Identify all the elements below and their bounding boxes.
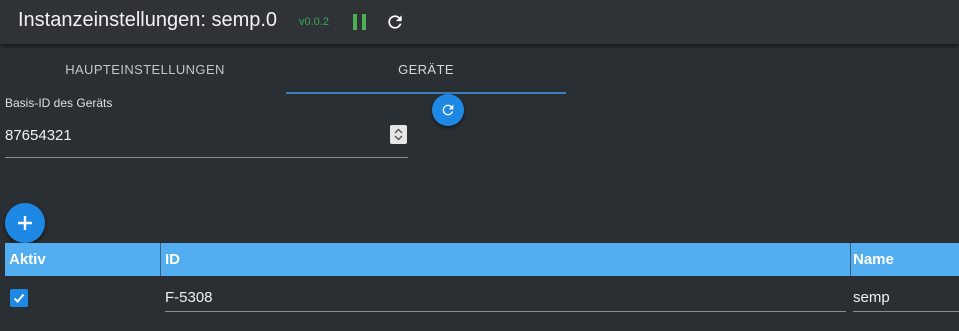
- base-id-underline: [5, 157, 408, 158]
- pause-icon[interactable]: [353, 14, 367, 30]
- table-row: [5, 276, 959, 318]
- checkmark-icon: [13, 293, 25, 303]
- refresh-button[interactable]: [432, 94, 464, 126]
- column-header-active[interactable]: Aktiv: [9, 243, 46, 276]
- active-checkbox[interactable]: [10, 289, 28, 307]
- device-id-input[interactable]: [165, 287, 845, 307]
- base-id-input[interactable]: [5, 122, 375, 148]
- column-separator: [160, 243, 161, 276]
- app-header: Instanzeinstellungen: semp.0 v0.0.2: [0, 0, 959, 44]
- column-header-name[interactable]: Name: [853, 243, 894, 276]
- refresh-icon: [442, 104, 454, 116]
- add-device-button[interactable]: [5, 203, 45, 243]
- number-stepper[interactable]: [390, 125, 407, 144]
- column-separator: [850, 243, 851, 276]
- stepper-arrows-icon: [394, 128, 403, 141]
- plus-icon: [18, 216, 32, 230]
- version-label: v0.0.2: [299, 16, 329, 28]
- active-tab-indicator: [286, 92, 566, 94]
- device-name-input[interactable]: [853, 287, 953, 307]
- tab-devices[interactable]: GERÄTE: [286, 48, 566, 92]
- device-name-underline: [853, 311, 959, 312]
- device-id-underline: [165, 311, 846, 312]
- base-id-label: Basis-ID des Geräts: [5, 96, 113, 110]
- devices-table-header: Aktiv ID Name: [5, 243, 959, 276]
- page-title: Instanzeinstellungen: semp.0: [18, 9, 278, 31]
- column-header-id[interactable]: ID: [165, 243, 180, 276]
- tab-main-settings[interactable]: HAUPTEINSTELLUNGEN: [5, 48, 285, 92]
- reload-icon[interactable]: [385, 12, 405, 32]
- tab-bar: HAUPTEINSTELLUNGEN GERÄTE: [0, 48, 959, 94]
